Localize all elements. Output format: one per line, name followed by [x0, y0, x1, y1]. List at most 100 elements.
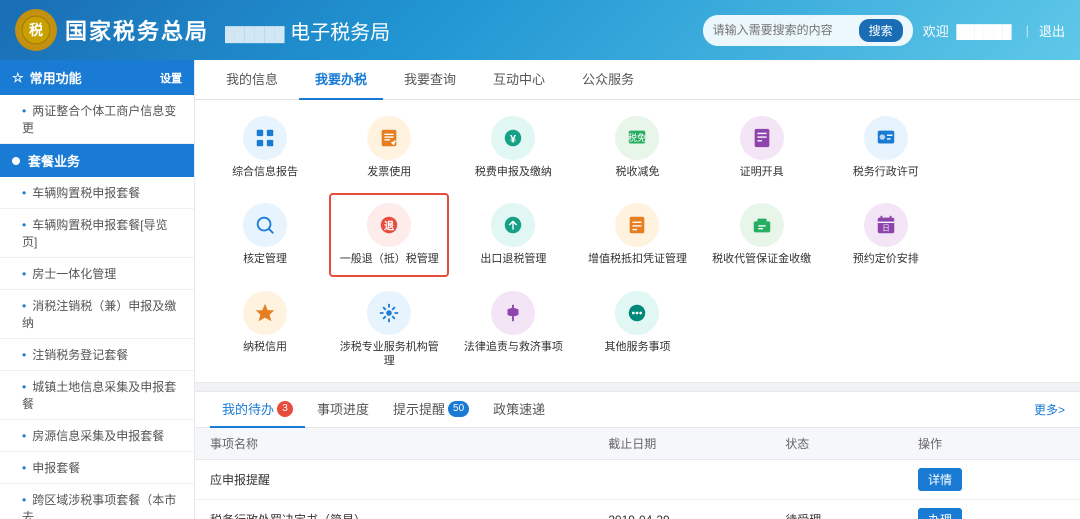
sidebar-item-cross1[interactable]: •跨区域涉税事项套餐（本市去 — [0, 484, 194, 519]
service-other[interactable]: 其他服务事项 — [577, 281, 697, 379]
tax-reduce-icon: 税免 — [615, 116, 659, 160]
row1-status — [770, 460, 903, 500]
tab-public[interactable]: 公众服务 — [566, 60, 650, 100]
agency-label: 涉税专业服务机构管理 — [335, 340, 443, 369]
service-tax-declare[interactable]: ¥ 税费申报及缴纳 — [453, 106, 573, 189]
cert-icon — [740, 116, 784, 160]
bullet-icon: • — [22, 267, 26, 281]
header-divider: | — [1026, 23, 1029, 38]
comprehensive-icon — [243, 116, 287, 160]
tab-interaction[interactable]: 互动中心 — [477, 60, 561, 100]
col-header-date: 截止日期 — [593, 428, 770, 460]
verify-icon — [243, 203, 287, 247]
service-permit[interactable]: 税务行政许可 — [826, 106, 946, 189]
bullet-icon: • — [22, 429, 26, 443]
sidebar-item-vehicle2[interactable]: •车辆购置税申报套餐[导览页] — [0, 209, 194, 258]
svg-text:日: 日 — [882, 224, 889, 233]
service-cert[interactable]: 证明开具 — [702, 106, 822, 189]
more-link[interactable]: 更多> — [1034, 401, 1065, 418]
todo-section: 我的待办 3 事项进度 提示提醒 50 政策速递 更多> 事项名 — [195, 391, 1080, 519]
tax-declare-icon: ¥ — [491, 116, 535, 160]
bullet-icon: • — [22, 299, 26, 313]
service-legal[interactable]: 法律追责与救济事项 — [453, 281, 573, 379]
vat-icon — [615, 203, 659, 247]
search-input[interactable] — [713, 23, 853, 37]
header-title: 国家税务总局 — [65, 14, 209, 46]
agency-icon — [367, 291, 411, 335]
service-vat-mgmt[interactable]: 增值税抵扣凭证管理 — [577, 193, 697, 276]
sidebar-item-declare[interactable]: •申报套餐 — [0, 452, 194, 484]
sidebar: ☆ 常用功能 设置 •两证整合个体工商户信息变更 套餐业务 •车辆购置税申报套餐… — [0, 60, 195, 519]
logout-link[interactable]: 退出 — [1039, 21, 1065, 40]
service-tax-refund[interactable]: 退 一般退（抵）税管理 — [329, 193, 449, 276]
table-row: 应申报提醒 详情 — [195, 460, 1080, 500]
row1-action-btn[interactable]: 详情 — [918, 468, 962, 491]
row2-name: 税务行政处罚决定书（简易） — [195, 500, 593, 519]
welcome-text: 欢迎 ██████ — [923, 21, 1016, 40]
logo: 税 国家税务总局 ██████ 电子税务局 — [15, 9, 390, 51]
service-comprehensive[interactable]: 综合信息报告 — [205, 106, 325, 189]
bullet-icon: • — [22, 218, 26, 232]
sidebar-item-cancel[interactable]: •注销税务登记套餐 — [0, 339, 194, 371]
svg-text:税: 税 — [29, 22, 43, 38]
row2-action: 办理 — [903, 500, 1080, 519]
header: 税 国家税务总局 ██████ 电子税务局 搜索 欢迎 ██████ | 退出 — [0, 0, 1080, 60]
tab-my-query[interactable]: 我要查询 — [388, 60, 472, 100]
header-right: 搜索 欢迎 ██████ | 退出 — [703, 15, 1065, 46]
service-tax-deposit[interactable]: 税收代管保证金收缴 — [702, 193, 822, 276]
sidebar-item-vehicle1[interactable]: •车辆购置税申报套餐 — [0, 177, 194, 209]
permit-label: 税务行政许可 — [853, 165, 919, 179]
service-agency[interactable]: 涉税专业服务机构管理 — [329, 281, 449, 379]
col-header-status: 状态 — [770, 428, 903, 460]
sidebar-item-consume[interactable]: •消税注销税（兼）申报及缴纳 — [0, 290, 194, 339]
todo-badge-reminder: 50 — [448, 401, 469, 417]
bullet-icon: • — [22, 348, 26, 362]
export-refund-label: 出口退税管理 — [480, 252, 546, 266]
appointment-label: 预约定价安排 — [853, 252, 919, 266]
tax-refund-icon: 退 — [367, 203, 411, 247]
row2-status: 待受理 — [770, 500, 903, 519]
invoice-label: 发票使用 — [367, 165, 411, 179]
settings-link[interactable]: 设置 — [160, 70, 182, 86]
todo-tab-policy[interactable]: 政策速递 — [481, 392, 557, 428]
sidebar-item-housing2[interactable]: •房源信息采集及申报套餐 — [0, 420, 194, 452]
todo-tab-progress[interactable]: 事项进度 — [305, 392, 381, 428]
export-refund-icon — [491, 203, 535, 247]
todo-tab-reminder[interactable]: 提示提醒 50 — [381, 392, 481, 428]
service-appointment[interactable]: 日 预约定价安排 — [826, 193, 946, 276]
sidebar-item-urban[interactable]: •城镇土地信息采集及申报套餐 — [0, 371, 194, 420]
sidebar-star-icon: ☆ — [12, 70, 24, 86]
todo-tab-my-todo[interactable]: 我的待办 3 — [210, 392, 305, 428]
service-export-refund[interactable]: 出口退税管理 — [453, 193, 573, 276]
tax-deposit-icon — [740, 203, 784, 247]
service-credit[interactable]: 纳税信用 — [205, 281, 325, 379]
service-tax-reduce[interactable]: 税免 税收减免 — [577, 106, 697, 189]
content-area: 我的信息 我要办税 我要查询 互动中心 公众服务 综合信息报告 — [195, 60, 1080, 519]
row1-action: 详情 — [903, 460, 1080, 500]
credit-label: 纳税信用 — [243, 340, 287, 354]
service-invoice[interactable]: 发票使用 — [329, 106, 449, 189]
sidebar-section-common[interactable]: ☆ 常用功能 设置 — [0, 60, 194, 95]
tab-my-info[interactable]: 我的信息 — [210, 60, 294, 100]
tax-declare-label: 税费申报及缴纳 — [475, 165, 552, 179]
col-header-name: 事项名称 — [195, 428, 593, 460]
todo-tabs: 我的待办 3 事项进度 提示提醒 50 政策速递 更多> — [195, 392, 1080, 428]
sidebar-section-package[interactable]: 套餐业务 — [0, 144, 194, 177]
tax-reduce-label: 税收减免 — [615, 165, 659, 179]
bullet-icon: • — [22, 104, 26, 118]
svg-text:税免: 税免 — [628, 132, 646, 143]
sidebar-item-bizheng[interactable]: •两证整合个体工商户信息变更 — [0, 95, 194, 144]
bullet-icon: • — [22, 380, 26, 394]
sidebar-item-housing[interactable]: •房士一体化管理 — [0, 258, 194, 290]
tab-my-task[interactable]: 我要办税 — [299, 60, 383, 100]
todo-badge-my: 3 — [277, 401, 293, 417]
package-dot-icon — [12, 157, 20, 165]
search-button[interactable]: 搜索 — [859, 19, 903, 42]
service-verify[interactable]: 核定管理 — [205, 193, 325, 276]
credit-icon — [243, 291, 287, 335]
appointment-icon: 日 — [864, 203, 908, 247]
legal-label: 法律追责与救济事项 — [464, 340, 563, 354]
main-container: ☆ 常用功能 设置 •两证整合个体工商户信息变更 套餐业务 •车辆购置税申报套餐… — [0, 60, 1080, 519]
search-box: 搜索 — [703, 15, 913, 46]
row2-action-btn[interactable]: 办理 — [918, 508, 962, 519]
